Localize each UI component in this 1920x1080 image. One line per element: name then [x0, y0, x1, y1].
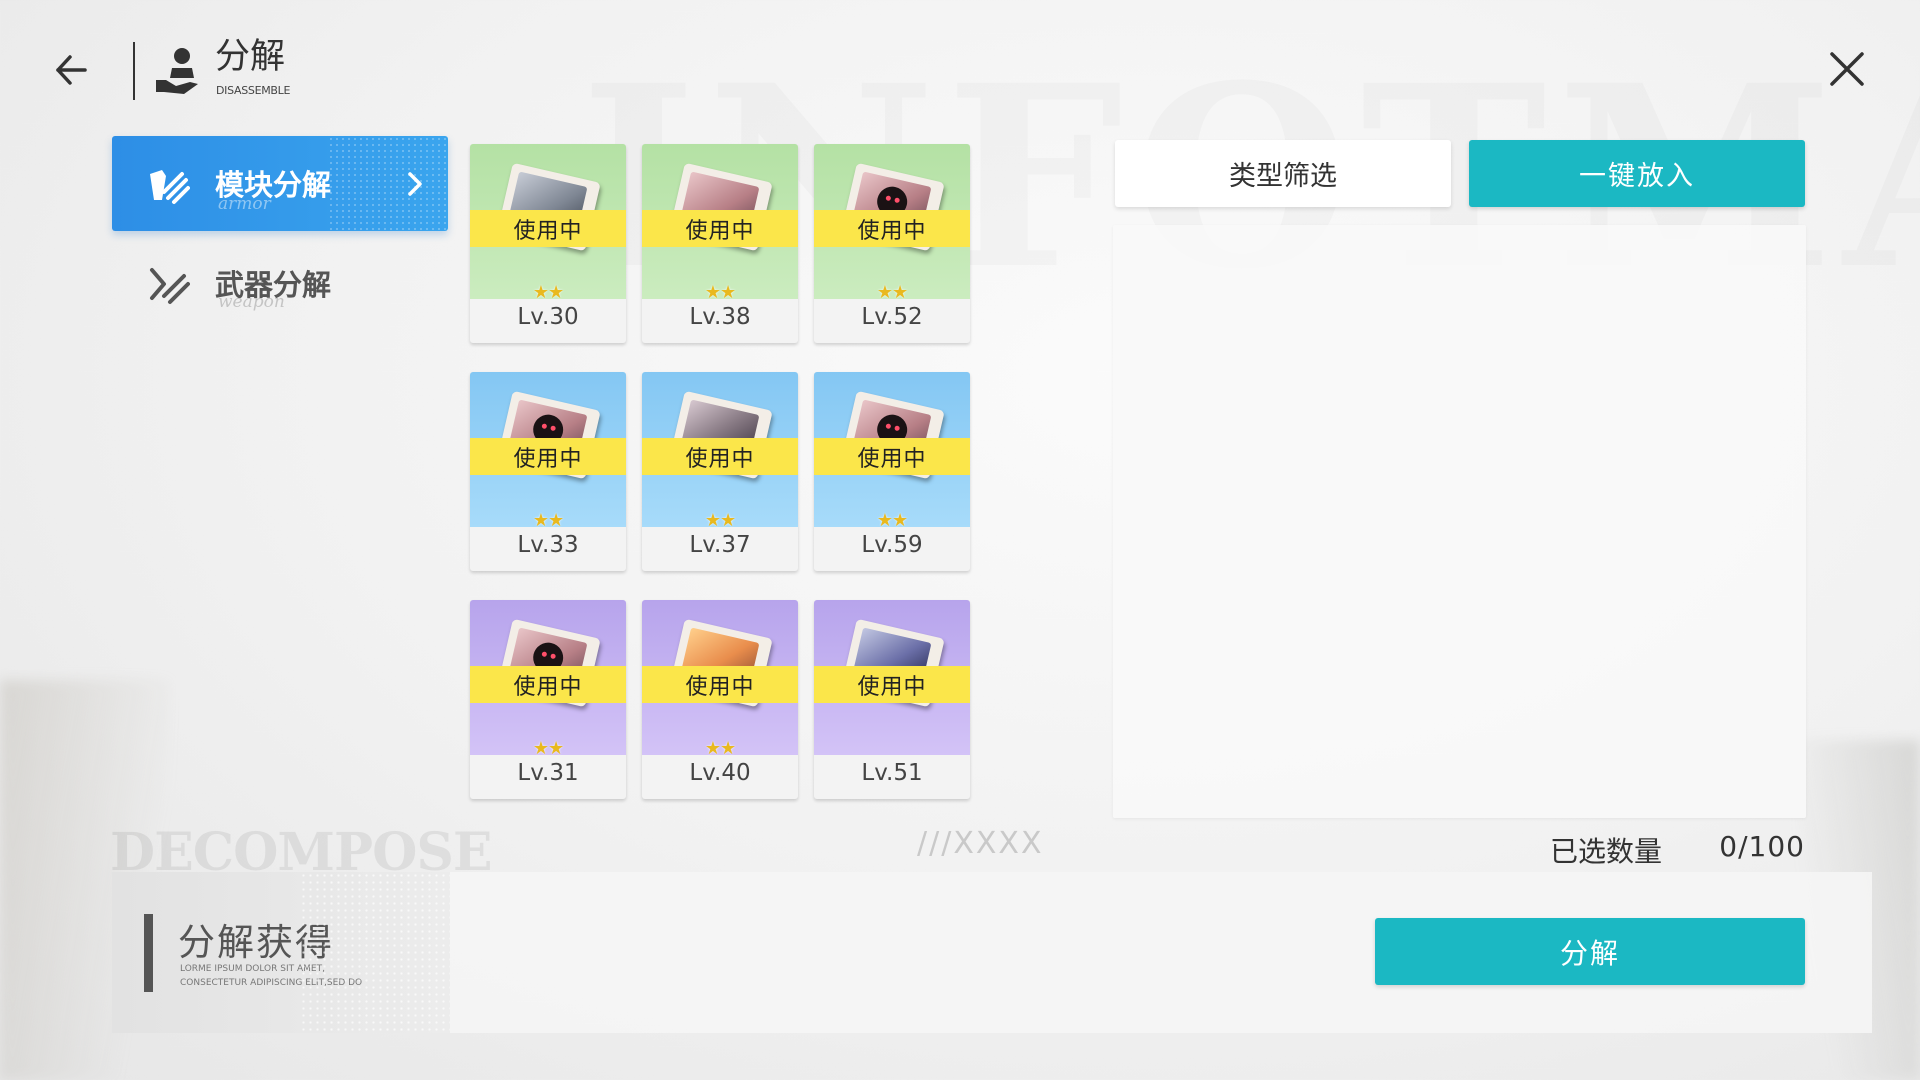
rarity-stars: ★★ [704, 282, 736, 303]
module-card[interactable]: 使用中 Lv.51 [814, 600, 970, 799]
rarity-stars: ★★ [876, 510, 908, 531]
module-level: Lv.38 [689, 304, 751, 330]
close-button[interactable] [1824, 46, 1870, 92]
reward-header: 分解获得 LORME IPSUM DOLOR SIT AMET, CONSECT… [112, 872, 450, 1033]
back-arrow-icon [56, 55, 87, 85]
in-use-badge: 使用中 [470, 666, 626, 703]
armor-module-icon [150, 170, 190, 204]
rarity-stars: ★★ [532, 282, 564, 303]
reward-caption-line: CONSECTETUR ADIPISCING ELIT,SED DO [180, 978, 363, 988]
module-level: Lv.40 [689, 760, 751, 786]
rarity-stars: ★★ [532, 510, 564, 531]
in-use-badge: 使用中 [814, 210, 970, 247]
header-divider [133, 42, 135, 100]
rarity-stars: ★★ [876, 282, 908, 303]
reward-title: 分解获得 [178, 921, 334, 964]
module-card[interactable]: 使用中 ★★ Lv.30 [470, 144, 626, 343]
module-level: Lv.52 [861, 304, 923, 330]
in-use-badge: 使用中 [470, 210, 626, 247]
module-level: Lv.59 [861, 532, 923, 558]
module-level: Lv.30 [517, 304, 579, 330]
chevron-right-icon [408, 172, 422, 196]
reward-accent-bar [144, 914, 153, 992]
reward-caption-line: LORME IPSUM DOLOR SIT AMET, [180, 964, 325, 974]
sidebar-item-weapon[interactable]: 武器分解 weapon [112, 250, 448, 320]
disassemble-button[interactable]: 分解 [1375, 918, 1805, 985]
in-use-badge: 使用中 [642, 438, 798, 475]
rarity-stars: ★★ [704, 738, 736, 759]
module-level: Lv.37 [689, 532, 751, 558]
module-card[interactable]: 使用中 ★★ Lv.33 [470, 372, 626, 571]
page-subtitle: DISASSEMBLE [216, 84, 291, 97]
in-use-badge: 使用中 [814, 438, 970, 475]
in-use-badge: 使用中 [642, 210, 798, 247]
weapon-slash-icon [150, 268, 190, 304]
module-card[interactable]: 使用中 ★★ Lv.37 [642, 372, 798, 571]
module-card[interactable]: 使用中 ★★ Lv.40 [642, 600, 798, 799]
page-title: 分解 [215, 37, 286, 77]
decorative-slashes: ///XXXX [917, 826, 1044, 861]
module-level: Lv.33 [517, 532, 579, 558]
selected-items-area[interactable] [1113, 225, 1806, 818]
module-card[interactable]: 使用中 ★★ Lv.59 [814, 372, 970, 571]
disassemble-hand-icon [156, 48, 198, 94]
type-filter-button[interactable]: 类型筛选 [1115, 140, 1451, 207]
rarity-stars: ★★ [532, 738, 564, 759]
sidebar-item-armor[interactable]: 模块分解 armor [112, 136, 448, 231]
in-use-badge: 使用中 [814, 666, 970, 703]
module-card[interactable]: 使用中 ★★ Lv.31 [470, 600, 626, 799]
close-icon [1830, 52, 1864, 86]
selected-count-value: 0/100 [1719, 830, 1805, 863]
module-card[interactable]: 使用中 ★★ Lv.38 [642, 144, 798, 343]
back-button[interactable] [46, 44, 98, 96]
module-level: Lv.31 [517, 760, 579, 786]
reward-caption: LORME IPSUM DOLOR SIT AMET, CONSECTETUR … [180, 962, 362, 990]
in-use-badge: 使用中 [470, 438, 626, 475]
in-use-badge: 使用中 [642, 666, 798, 703]
sidebar-item-sublabel: weapon [218, 292, 285, 312]
module-card[interactable]: 使用中 ★★ Lv.52 [814, 144, 970, 343]
sidebar-item-sublabel: armor [218, 194, 271, 214]
selected-count-label: 已选数量 [1550, 835, 1663, 868]
rarity-stars: ★★ [704, 510, 736, 531]
module-level: Lv.51 [861, 760, 923, 786]
quick-add-button[interactable]: 一键放入 [1469, 140, 1805, 207]
